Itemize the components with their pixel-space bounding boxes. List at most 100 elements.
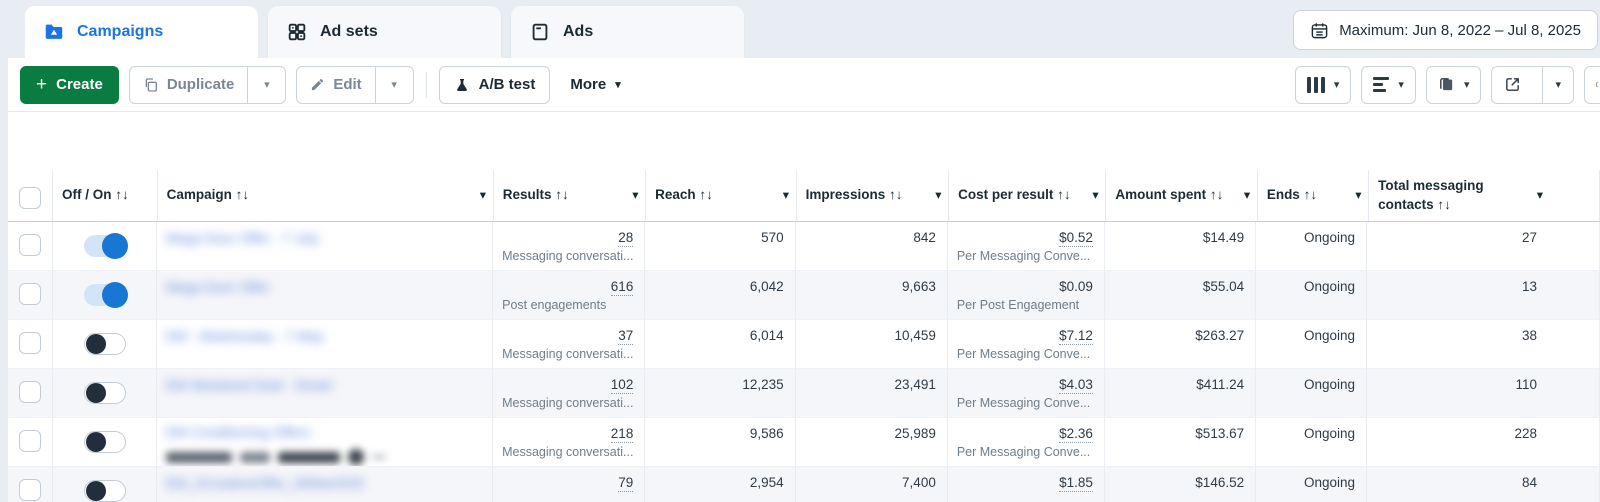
create-label: Create — [56, 76, 103, 93]
copy-icon — [145, 77, 157, 92]
header-total-messaging-contacts[interactable]: Total messaging contacts ↑↓ ▾ — [1369, 170, 1600, 221]
table-row: EM_2CreativeOffer_26Mar2025 79 2,954 7,4… — [8, 467, 1600, 502]
impressions-value: 10,459 — [796, 320, 948, 368]
ab-test-button[interactable]: A/B test — [438, 65, 551, 104]
tab-ads[interactable]: Ads — [511, 6, 744, 58]
campaign-toggle-off[interactable] — [83, 480, 126, 502]
column-menu-caret[interactable]: ▾ — [1244, 188, 1250, 203]
create-button[interactable]: + Create — [20, 65, 119, 104]
export-button[interactable] — [1492, 67, 1533, 103]
edit-button[interactable]: Edit — [297, 67, 374, 103]
ends-value: Ongoing — [1256, 320, 1368, 368]
cost-value[interactable]: $2.36 — [1059, 426, 1093, 443]
cost-value[interactable]: $1.85 — [1059, 475, 1093, 492]
campaign-name-blurred[interactable]: Mega Door Offer - 7 July — [157, 230, 319, 246]
column-menu-caret[interactable]: ▾ — [1093, 188, 1099, 203]
reports-icon — [1440, 78, 1453, 91]
header-select-all — [8, 170, 53, 221]
columns-button[interactable]: ▾ — [1294, 65, 1352, 104]
cost-value[interactable]: $0.52 — [1059, 230, 1093, 247]
clipped-icon — [1596, 82, 1599, 87]
cost-value[interactable]: $7.12 — [1059, 328, 1093, 345]
header-reach-label: Reach ↑↓ — [655, 187, 713, 203]
contacts-value: 228 — [1367, 418, 1600, 466]
table-row: EM Conditioning Offers 218 Messaging conv… — [8, 418, 1600, 467]
duplicate-button[interactable]: Duplicate — [130, 67, 248, 103]
header-amount-spent[interactable]: Amount spent ↑↓ ▾ — [1106, 170, 1258, 221]
results-value[interactable]: 28 — [618, 230, 634, 247]
campaign-toggle-off[interactable] — [83, 431, 126, 453]
column-menu-caret[interactable]: ▾ — [936, 188, 942, 203]
chevron-down-icon: ▾ — [1398, 79, 1404, 91]
row-checkbox[interactable] — [19, 283, 42, 305]
results-value[interactable]: 79 — [618, 475, 634, 492]
table-row: EM Weekend Deal - Smart 102 Messaging con… — [8, 369, 1600, 418]
ends-value: Ongoing — [1256, 418, 1368, 466]
column-menu-caret[interactable]: ▾ — [783, 188, 789, 203]
plus-icon: + — [36, 73, 48, 95]
edit-label: Edit — [333, 76, 362, 93]
header-off-on[interactable]: Off / On ↑↓ — [53, 170, 158, 221]
header-cost-per-result[interactable]: Cost per result ↑↓ ▾ — [949, 170, 1107, 221]
export-caret[interactable]: ▾ — [1542, 66, 1573, 103]
tab-ad-sets[interactable]: Ad sets — [268, 6, 501, 58]
header-off-on-label: Off / On ↑↓ — [62, 187, 129, 203]
results-value[interactable]: 218 — [610, 426, 634, 443]
results-type-label: Post engagements — [502, 298, 607, 312]
campaign-toggle-on[interactable] — [83, 282, 128, 308]
spent-value: $411.24 — [1105, 369, 1257, 417]
campaign-name-blurred[interactable]: Mega Door Offer — [157, 279, 270, 295]
tab-ads-label: Ads — [563, 23, 594, 40]
column-menu-caret[interactable]: ▾ — [1356, 188, 1362, 203]
campaign-name-blurred[interactable]: EM Conditioning Offers — [157, 424, 310, 440]
campaign-toggle-on[interactable] — [83, 233, 128, 259]
row-checkbox[interactable] — [19, 430, 42, 452]
header-reach[interactable]: Reach ↑↓ ▾ — [646, 170, 797, 221]
duplicate-split-button: Duplicate ▾ — [128, 65, 287, 104]
cost-value[interactable]: $4.03 — [1059, 377, 1093, 394]
results-value[interactable]: 616 — [610, 279, 634, 296]
column-menu-caret[interactable]: ▾ — [480, 188, 486, 203]
campaign-toggle-off[interactable] — [83, 382, 126, 404]
results-value[interactable]: 37 — [618, 328, 634, 345]
cost-value[interactable]: $0.09 — [1059, 279, 1093, 294]
export-split-button: ▾ — [1491, 65, 1574, 104]
columns-icon — [1306, 76, 1325, 93]
row-checkbox[interactable] — [19, 381, 42, 403]
campaigns-table: Off / On ↑↓ Campaign ↑↓ ▾ Results ↑↓ ▾ Rea… — [8, 170, 1600, 502]
toolbar-edge-button[interactable] — [1584, 65, 1600, 104]
column-menu-caret[interactable]: ▾ — [1537, 188, 1543, 203]
header-contacts-label: Total messaging contacts ↑↓ — [1378, 178, 1484, 212]
edit-caret[interactable]: ▾ — [374, 66, 413, 103]
tab-campaigns-label: Campaigns — [77, 23, 164, 40]
campaign-toggle-off[interactable] — [83, 333, 126, 355]
toolbar-divider — [425, 71, 427, 98]
date-range-picker[interactable]: Maximum: Jun 8, 2022 – Jul 8, 2025 — [1293, 10, 1598, 50]
tab-campaigns[interactable]: Campaigns — [25, 6, 258, 58]
campaign-name-blurred[interactable]: EM Weekend Deal - Smart — [157, 377, 332, 393]
actions-toolbar: + Create Duplicate ▾ Edit ▾ A/B test Mor… — [8, 58, 1600, 112]
header-campaign[interactable]: Campaign ↑↓ ▾ — [158, 170, 494, 221]
row-checkbox[interactable] — [19, 332, 42, 354]
header-impressions[interactable]: Impressions ↑↓ ▾ — [797, 170, 950, 221]
duplicate-caret[interactable]: ▾ — [247, 66, 285, 103]
campaign-name-blurred[interactable]: EM - Wednesday - 7 May — [157, 328, 324, 344]
table-row: Mega Door Offer 616 Post engagements 6,04… — [8, 271, 1600, 320]
row-checkbox[interactable] — [19, 234, 42, 256]
header-ends[interactable]: Ends ↑↓ ▾ — [1258, 170, 1370, 221]
campaign-name-blurred[interactable]: EM_2CreativeOffer_26Mar2025 — [157, 475, 364, 491]
header-results-label: Results ↑↓ — [502, 187, 569, 203]
header-results[interactable]: Results ↑↓ ▾ — [494, 170, 647, 221]
results-type-label: Messaging conversati... — [502, 396, 634, 410]
reports-button[interactable]: ▾ — [1425, 65, 1482, 104]
select-all-checkbox[interactable] — [19, 186, 41, 209]
breakdown-button[interactable]: ▾ — [1361, 65, 1416, 104]
results-value[interactable]: 102 — [610, 377, 634, 394]
results-type-label: Messaging conversati... — [502, 347, 634, 361]
view-tabs: Campaigns Ad sets Ads — [25, 6, 744, 58]
ends-value: Ongoing — [1256, 369, 1368, 417]
table-row: Mega Door Offer - 7 July 28 Messaging con… — [8, 222, 1600, 271]
more-button[interactable]: More ▾ — [560, 76, 630, 93]
column-menu-caret[interactable]: ▾ — [633, 188, 639, 203]
row-checkbox[interactable] — [19, 479, 42, 501]
